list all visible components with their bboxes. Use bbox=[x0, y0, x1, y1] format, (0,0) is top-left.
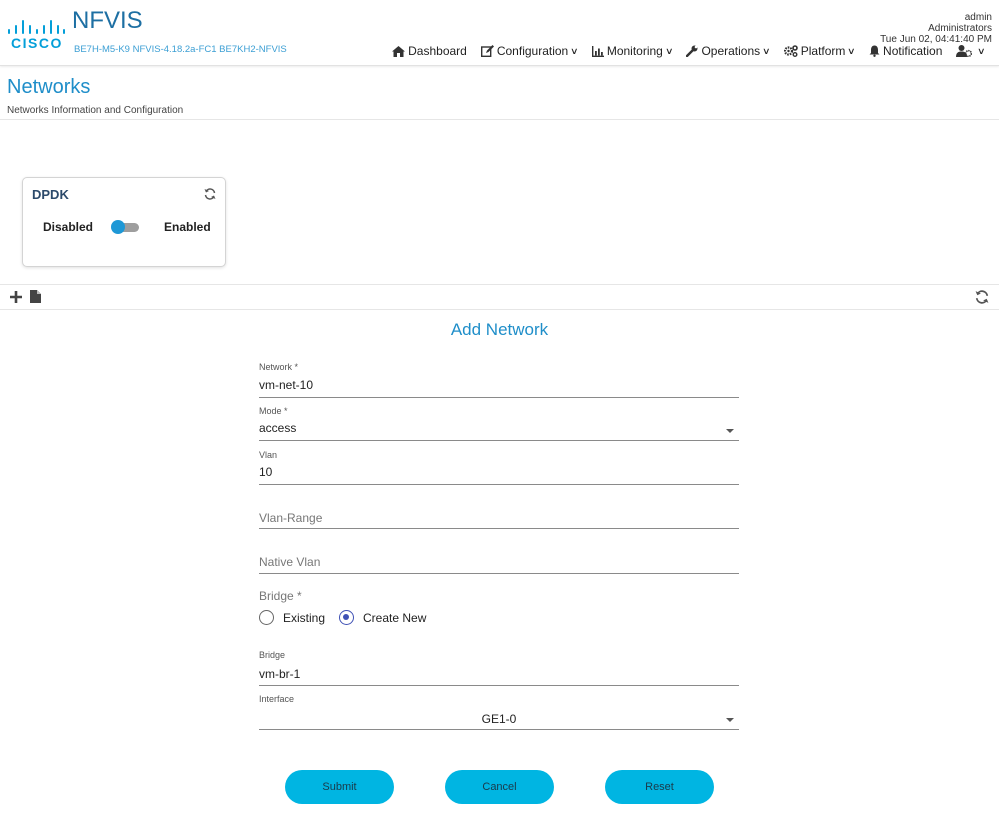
vlan-input[interactable] bbox=[259, 462, 739, 485]
native-vlan-input[interactable] bbox=[259, 551, 739, 574]
user-role: Administrators bbox=[928, 23, 992, 34]
product-name: NFVIS bbox=[72, 7, 143, 34]
main-nav: Dashboard Configuration ∨ Monitoring ∨ O… bbox=[378, 44, 986, 58]
nav-configuration[interactable]: Configuration ∨ bbox=[480, 44, 579, 58]
user-settings-icon bbox=[956, 45, 973, 57]
chevron-down-icon: ∨ bbox=[847, 45, 857, 56]
user-name: admin bbox=[964, 12, 992, 23]
chevron-down-icon: ∨ bbox=[570, 45, 579, 56]
cisco-logo: CISCO bbox=[7, 18, 65, 51]
page-title: Networks bbox=[7, 76, 91, 98]
network-input[interactable] bbox=[259, 375, 739, 398]
bridge-label: Bridge bbox=[259, 650, 286, 660]
page-subtitle: Networks Information and Configuration bbox=[7, 105, 184, 116]
dpdk-title: DPDK bbox=[32, 187, 69, 202]
nav-notification[interactable]: Notification bbox=[869, 44, 942, 58]
gears-icon bbox=[783, 45, 798, 57]
mode-select[interactable] bbox=[259, 418, 739, 441]
mode-label: Mode * bbox=[259, 406, 288, 416]
interface-label: Interface bbox=[259, 694, 295, 704]
nav-platform[interactable]: Platform ∨ bbox=[783, 44, 857, 58]
bell-icon bbox=[869, 45, 880, 57]
cisco-logo-text: CISCO bbox=[11, 35, 63, 51]
nav-notification-label: Notification bbox=[883, 44, 943, 58]
device-info: BE7H-M5-K9 NFVIS-4.18.2a-FC1 BE7KH2-NFVI… bbox=[74, 44, 287, 55]
nav-dashboard-label: Dashboard bbox=[408, 44, 467, 58]
home-icon bbox=[392, 45, 406, 57]
divider bbox=[0, 119, 999, 120]
cisco-logo-bars bbox=[7, 18, 65, 34]
nav-monitoring[interactable]: Monitoring ∨ bbox=[591, 44, 674, 58]
bridge-choice-label: Bridge * bbox=[259, 589, 302, 603]
nav-operations[interactable]: Operations ∨ bbox=[686, 44, 771, 58]
radio-existing-label: Existing bbox=[283, 611, 326, 625]
chevron-down-icon: ∨ bbox=[977, 45, 986, 56]
vlan-label: Vlan bbox=[259, 450, 278, 460]
bridge-input[interactable] bbox=[259, 663, 739, 686]
top-header: CISCO NFVIS BE7H-M5-K9 NFVIS-4.18.2a-FC1… bbox=[0, 0, 999, 66]
refresh-icon[interactable] bbox=[204, 188, 216, 200]
nav-monitoring-label: Monitoring bbox=[606, 44, 663, 58]
form-title: Add Network bbox=[450, 320, 549, 339]
cancel-button[interactable]: Cancel bbox=[445, 770, 554, 804]
reset-button[interactable]: Reset bbox=[605, 770, 714, 804]
refresh-icon[interactable] bbox=[975, 290, 989, 304]
radio-existing[interactable] bbox=[259, 610, 274, 625]
bar-chart-icon bbox=[591, 45, 604, 57]
nav-operations-label: Operations bbox=[701, 44, 761, 58]
nav-dashboard[interactable]: Dashboard bbox=[392, 44, 467, 58]
submit-button[interactable]: Submit bbox=[285, 770, 394, 804]
wrench-icon bbox=[686, 45, 698, 57]
chevron-down-icon: ∨ bbox=[762, 45, 771, 56]
radio-create-new-label: Create New bbox=[363, 611, 427, 625]
nav-user-menu[interactable]: ∨ bbox=[956, 45, 986, 57]
dpdk-enabled-label: Enabled bbox=[164, 220, 211, 234]
dpdk-toggle[interactable] bbox=[111, 220, 139, 234]
vlan-range-input[interactable] bbox=[259, 506, 739, 529]
dpdk-card: DPDK Disabled Enabled bbox=[22, 177, 226, 267]
radio-create-new[interactable] bbox=[339, 610, 354, 625]
toggle-knob bbox=[111, 220, 125, 234]
chevron-down-icon: ∨ bbox=[664, 45, 674, 56]
nav-configuration-label: Configuration bbox=[496, 44, 569, 58]
interface-select[interactable] bbox=[259, 707, 739, 730]
user-info: admin Administrators Tue Jun 02, 04:41:4… bbox=[880, 12, 992, 45]
document-icon[interactable] bbox=[30, 290, 41, 303]
add-icon[interactable] bbox=[10, 291, 22, 303]
network-label: Network * bbox=[259, 362, 299, 372]
nav-platform-label: Platform bbox=[800, 44, 846, 58]
networks-toolbar bbox=[0, 284, 999, 310]
edit-icon bbox=[480, 45, 494, 57]
dpdk-disabled-label: Disabled bbox=[43, 220, 94, 234]
